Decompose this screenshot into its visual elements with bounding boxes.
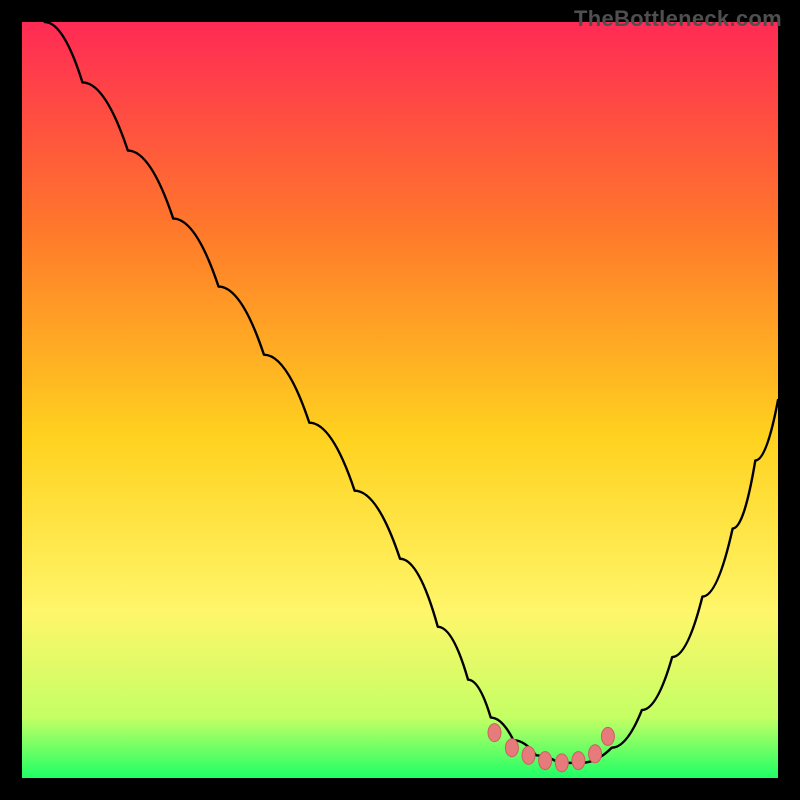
marker-dot	[488, 724, 501, 742]
marker-dot	[601, 727, 614, 745]
marker-dot	[522, 746, 535, 764]
marker-dot	[589, 745, 602, 763]
marker-dot	[555, 754, 568, 772]
chart-svg	[22, 22, 778, 778]
marker-dot	[539, 752, 552, 770]
marker-dot	[572, 752, 585, 770]
chart-container: { "watermark": "TheBottleneck.com", "col…	[0, 0, 800, 800]
gradient-background	[22, 22, 778, 778]
marker-dot	[505, 739, 518, 757]
watermark-text: TheBottleneck.com	[574, 6, 782, 32]
